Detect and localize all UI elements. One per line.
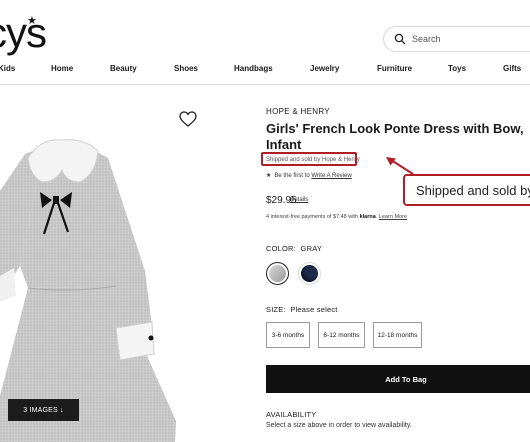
add-to-bag-button[interactable]: Add To Bag <box>266 365 530 393</box>
nav-item-toys[interactable]: Toys <box>448 64 466 73</box>
annotation-callout: Shipped and sold by Hope & Henry <box>403 174 530 206</box>
nav-item-shoes[interactable]: Shoes <box>174 64 198 73</box>
klarna-text: 4 interest-free payments of $7.48 with <box>266 214 359 220</box>
color-label: COLOR: GRAY <box>266 244 322 253</box>
size-heading: SIZE: <box>266 305 286 314</box>
size-option-3-6-months[interactable]: 3-6 months <box>266 322 310 348</box>
selected-color: GRAY <box>300 244 323 253</box>
category-nav: Kids Home Beauty Shoes Handbags Jewelry … <box>0 64 530 78</box>
write-review-link[interactable]: Write A Review <box>311 173 351 179</box>
color-swatch-navy[interactable] <box>298 262 321 285</box>
dress-illustration <box>0 139 176 442</box>
heart-icon[interactable] <box>179 111 197 127</box>
search-bar[interactable] <box>383 26 530 52</box>
nav-item-furniture[interactable]: Furniture <box>377 64 412 73</box>
color-swatch-gray[interactable] <box>266 262 289 285</box>
store-logo[interactable]: cys ★ <box>0 14 60 58</box>
search-input[interactable] <box>412 34 530 44</box>
nav-item-home[interactable]: Home <box>51 64 73 73</box>
nav-item-jewelry[interactable]: Jewelry <box>310 64 339 73</box>
availability-text: Select a size above in order to view ava… <box>266 422 412 429</box>
header-divider <box>0 84 530 85</box>
review-row: ★ Be the first to Write A Review <box>266 172 352 179</box>
size-prompt: Please select <box>290 305 338 314</box>
nav-item-gifts[interactable]: Gifts <box>503 64 521 73</box>
klarna-message: 4 interest-free payments of $7.48 with k… <box>266 214 407 220</box>
price-details-link[interactable]: Details <box>290 197 308 203</box>
product-brand[interactable]: HOPE & HENRY <box>266 107 330 116</box>
product-image[interactable] <box>0 96 220 442</box>
logo-star-icon: ★ <box>27 15 37 27</box>
search-icon <box>394 33 406 45</box>
availability-heading: AVAILABILITY <box>266 410 317 419</box>
star-icon: ★ <box>266 173 272 179</box>
size-option-6-12-months[interactable]: 6-12 months <box>318 322 365 348</box>
nav-item-beauty[interactable]: Beauty <box>110 64 137 73</box>
klarna-learn-more-link[interactable]: Learn More <box>379 214 407 220</box>
logo-wordmark: cys <box>0 14 47 56</box>
annotation-highlight-box <box>261 152 357 166</box>
product-title: Girls' French Look Ponte Dress with Bow,… <box>266 121 524 152</box>
nav-item-kids[interactable]: Kids <box>0 64 15 73</box>
klarna-logo: klarna <box>359 214 376 220</box>
size-label: SIZE: Please select <box>266 305 338 314</box>
color-heading: COLOR: <box>266 244 296 253</box>
size-option-12-18-months[interactable]: 12-18 months <box>373 322 422 348</box>
nav-item-handbags[interactable]: Handbags <box>234 64 273 73</box>
view-images-button[interactable]: 3 IMAGES ↓ <box>8 399 79 421</box>
review-prefix: Be the first to <box>274 173 310 179</box>
